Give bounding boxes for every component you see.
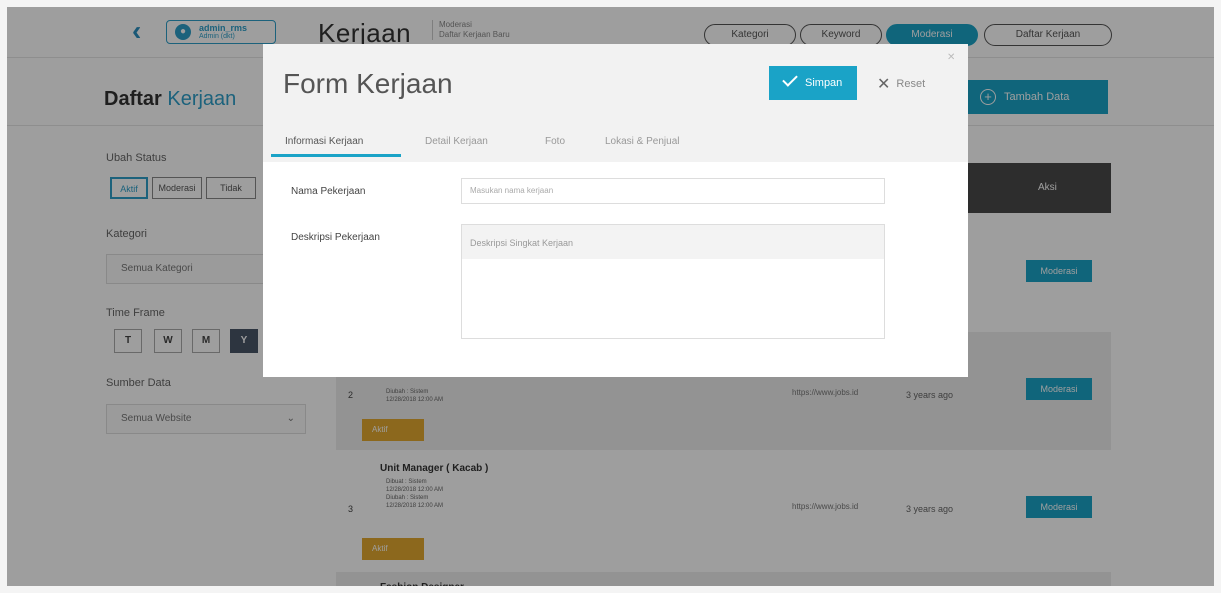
form-modal: Form Kerjaan Simpan ✕ Reset ✕ Informasi K…: [263, 44, 968, 377]
tab-foto[interactable]: Foto: [545, 136, 565, 147]
modal-title: Form Kerjaan: [283, 68, 453, 99]
deskripsi-placeholder: Deskripsi Singkat Kerjaan: [470, 238, 574, 248]
deskripsi-pekerjaan-textarea[interactable]: Deskripsi Singkat Kerjaan: [461, 224, 885, 339]
tab-informasi-kerjaan[interactable]: Informasi Kerjaan: [285, 136, 363, 147]
reset-label: Reset: [896, 78, 926, 90]
tab-detail-kerjaan[interactable]: Detail Kerjaan: [425, 136, 488, 147]
nama-pekerjaan-input[interactable]: Masukan nama kerjaan: [461, 178, 885, 204]
save-button[interactable]: Simpan: [769, 66, 857, 100]
nama-pekerjaan-label: Nama Pekerjaan: [291, 186, 366, 197]
close-icon: ✕: [877, 76, 891, 93]
reset-button[interactable]: ✕ Reset: [877, 74, 925, 94]
tab-lokasi-penjual[interactable]: Lokasi & Penjual: [605, 136, 680, 147]
save-label: Simpan: [805, 77, 843, 89]
check-icon: [782, 71, 798, 87]
modal-close-icon[interactable]: ✕: [947, 52, 955, 63]
page: ‹ ● admin_rms Admin (dkt) Kerjaan Modera…: [0, 0, 1221, 593]
active-tab-indicator: [271, 154, 401, 157]
deskripsi-pekerjaan-label: Deskripsi Pekerjaan: [291, 232, 380, 243]
